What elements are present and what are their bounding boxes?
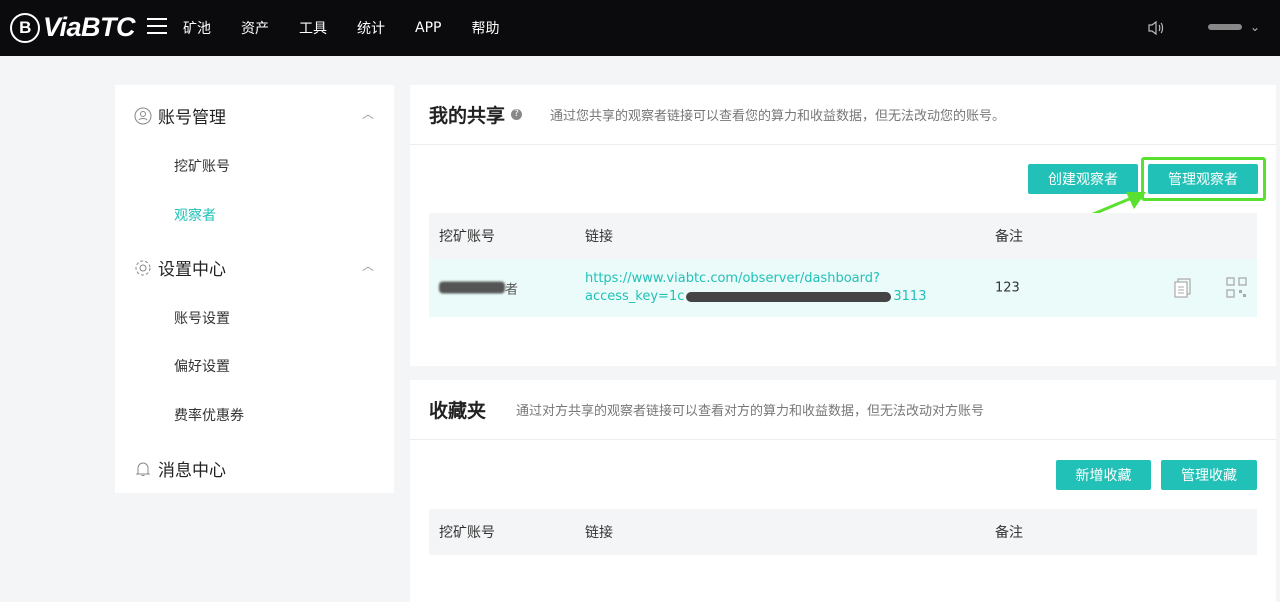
gear-icon: [135, 260, 151, 275]
favorites-panel: 收藏夹 通过对方共享的观察者链接可以查看对方的算力和收益数据，但无法改动对方账号…: [410, 380, 1276, 602]
bell-icon: [135, 462, 151, 476]
username-redacted: [1208, 24, 1242, 30]
column-header: 链接: [585, 525, 613, 541]
add-favorite-button[interactable]: 新增收藏: [1056, 460, 1151, 490]
observer-link[interactable]: https://www.viabtc.com/observer/dashboar…: [585, 270, 926, 306]
link-line-1: https://www.viabtc.com/observer/dashboar…: [585, 271, 880, 286]
access-key-redacted: [686, 291, 892, 302]
sidebar-item-observer[interactable]: 观察者: [174, 205, 216, 225]
nav-item-app[interactable]: APP: [415, 20, 441, 36]
bitcoin-logo-icon: B: [10, 12, 40, 43]
sidebar-item-account-settings[interactable]: 账号设置: [174, 308, 230, 328]
sidebar-section-messages[interactable]: 消息中心: [134, 456, 226, 481]
user-menu[interactable]: ⌄: [1208, 20, 1260, 34]
chevron-up-icon[interactable]: ︿: [362, 257, 374, 274]
account-suffix: 者: [505, 282, 519, 298]
main-nav: 矿池 资产 工具 统计 APP 帮助: [183, 0, 529, 56]
column-header: 挖矿账号: [439, 229, 495, 245]
sidebar-section-settings[interactable]: 设置中心: [134, 255, 226, 280]
nav-item-help[interactable]: 帮助: [471, 18, 499, 38]
sidebar-section-label: 消息中心: [158, 461, 226, 481]
panel-header: 收藏夹 通过对方共享的观察者链接可以查看对方的算力和收益数据，但无法改动对方账号: [410, 380, 1276, 440]
nav-item-stats[interactable]: 统计: [357, 18, 385, 38]
favorites-table-header: 挖矿账号 链接 备注: [429, 509, 1257, 555]
sidebar-section-label: 设置中心: [158, 260, 226, 280]
nav-item-tools[interactable]: 工具: [299, 18, 327, 38]
manage-favorites-button[interactable]: 管理收藏: [1161, 460, 1257, 490]
viabtc-logo[interactable]: B ViaBTC: [10, 12, 136, 43]
qr-code-icon[interactable]: [1226, 277, 1247, 298]
chevron-down-icon: ⌄: [1250, 20, 1261, 34]
sidebar-item-fee-coupons[interactable]: 费率优惠券: [174, 405, 244, 425]
nav-item-pool[interactable]: 矿池: [183, 18, 211, 38]
panel-description: 通过对方共享的观察者链接可以查看对方的算力和收益数据，但无法改动对方账号: [516, 404, 985, 419]
account-redacted: [439, 281, 505, 294]
column-header: 备注: [995, 229, 1023, 245]
sidebar-section-account[interactable]: 账号管理: [134, 103, 226, 128]
help-icon[interactable]: ?: [511, 109, 523, 120]
sidebar-item-mining-account[interactable]: 挖矿账号: [174, 156, 230, 176]
account-cell: 者: [439, 279, 518, 298]
highlight-box: [1141, 157, 1266, 201]
sidebar-section-label: 账号管理: [158, 108, 226, 128]
link-prefix: access_key=1c: [585, 289, 685, 304]
note-cell: 123: [995, 280, 1020, 296]
chevron-up-icon[interactable]: ︿: [362, 105, 374, 122]
table-row: 者 https://www.viabtc.com/observer/dashbo…: [429, 259, 1257, 317]
column-header: 备注: [995, 525, 1023, 541]
share-table-header: 挖矿账号 链接 备注: [429, 213, 1257, 259]
sidebar: 账号管理 ︿ 挖矿账号 观察者 设置中心 ︿ 账号设置 偏好设置 费率优惠券 消…: [115, 85, 394, 493]
panel-header: 我的共享 ? 通过您共享的观察者链接可以查看您的算力和收益数据，但无法改动您的账…: [410, 85, 1276, 145]
panel-title: 收藏夹: [429, 400, 487, 422]
my-share-panel: 我的共享 ? 通过您共享的观察者链接可以查看您的算力和收益数据，但无法改动您的账…: [410, 85, 1276, 366]
panel-title: 我的共享: [429, 105, 506, 127]
top-navbar: B ViaBTC 矿池 资产 工具 统计 APP 帮助 ⌄: [0, 0, 1280, 56]
sidebar-item-preferences[interactable]: 偏好设置: [174, 356, 230, 376]
user-circle-icon: [134, 107, 152, 124]
hamburger-menu-icon[interactable]: [147, 18, 167, 34]
link-suffix: 3113: [893, 289, 927, 304]
logo-text: ViaBTC: [43, 12, 136, 42]
column-header: 挖矿账号: [439, 525, 495, 541]
column-header: 链接: [585, 229, 613, 245]
nav-item-assets[interactable]: 资产: [241, 18, 269, 38]
panel-description: 通过您共享的观察者链接可以查看您的算力和收益数据，但无法改动您的账号。: [550, 109, 1006, 124]
copy-icon[interactable]: [1174, 278, 1192, 298]
speaker-icon[interactable]: [1146, 18, 1166, 38]
